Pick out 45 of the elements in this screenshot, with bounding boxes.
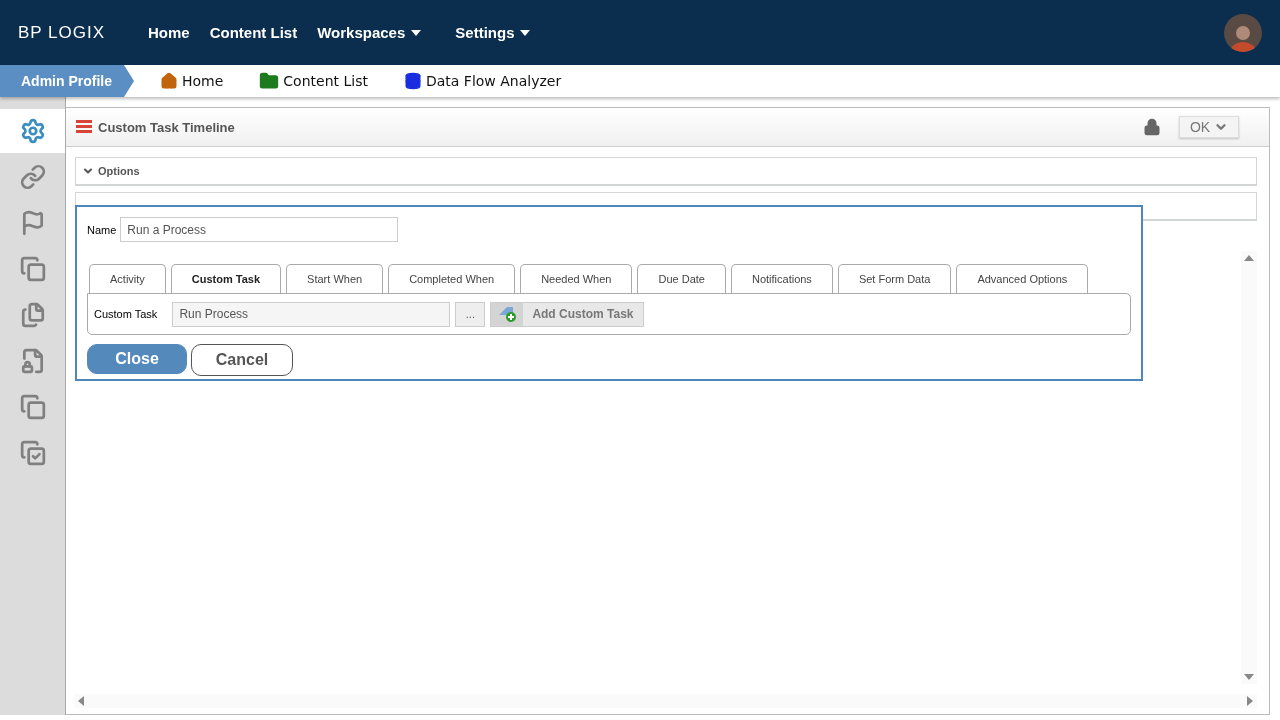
add-task-icon [497, 305, 518, 323]
nav-link[interactable]: Workspaces [317, 24, 422, 41]
options-section[interactable]: Options [75, 157, 1257, 186]
custom-task-field[interactable]: Run Process [172, 301, 451, 327]
vertical-scrollbar[interactable] [1241, 251, 1257, 684]
logo[interactable]: BP LOGIX [18, 22, 148, 43]
caret-icon [411, 29, 422, 36]
copy-icon [19, 394, 46, 420]
custom-task-label: Custom Task [94, 308, 158, 320]
nav-link[interactable]: Content List [209, 24, 298, 41]
link-icon [19, 164, 46, 190]
timeline-icon [76, 120, 92, 134]
horizontal-scrollbar[interactable] [74, 694, 1257, 708]
add-custom-task-button[interactable]: Add Custom Task [490, 301, 644, 327]
home-icon [160, 72, 178, 90]
tab[interactable]: Needed When [520, 264, 633, 293]
cancel-button[interactable]: Cancel [191, 344, 293, 376]
tab[interactable]: Start When [286, 264, 384, 293]
name-field[interactable]: Run a Process [120, 217, 399, 242]
browse-button[interactable]: ... [455, 301, 486, 327]
tab[interactable]: Due Date [637, 264, 726, 293]
tab[interactable]: Activity [89, 264, 166, 293]
caret-icon [520, 29, 531, 36]
avatar[interactable] [1224, 13, 1262, 52]
copy-check-icon [19, 440, 46, 466]
ok-button[interactable]: OK [1179, 116, 1239, 138]
tab[interactable]: Set Form Data [837, 264, 952, 293]
tab[interactable]: Advanced Options [956, 264, 1089, 293]
close-button[interactable]: Close [87, 344, 187, 374]
folder-icon [259, 71, 280, 91]
tab[interactable]: Custom Task [170, 264, 282, 293]
tab[interactable]: Notifications [730, 264, 833, 293]
breadcrumb-link[interactable]: Home [160, 72, 224, 90]
squares-icon [19, 256, 46, 282]
lock-icon[interactable] [1143, 118, 1161, 136]
settings-icon [19, 118, 46, 144]
name-label: Name [87, 223, 117, 236]
sidebar-item[interactable] [0, 109, 65, 153]
panel-title: Custom Task Timeline [98, 119, 235, 135]
breadcrumb-link[interactable]: Content List [259, 71, 368, 91]
breadcrumb-link[interactable]: Data Flow Analyzer [403, 72, 562, 90]
nav-link[interactable]: Home [148, 24, 190, 41]
tab[interactable]: Completed When [388, 264, 516, 293]
file-lock-icon [19, 348, 46, 374]
nav-link[interactable]: Settings [455, 24, 531, 41]
